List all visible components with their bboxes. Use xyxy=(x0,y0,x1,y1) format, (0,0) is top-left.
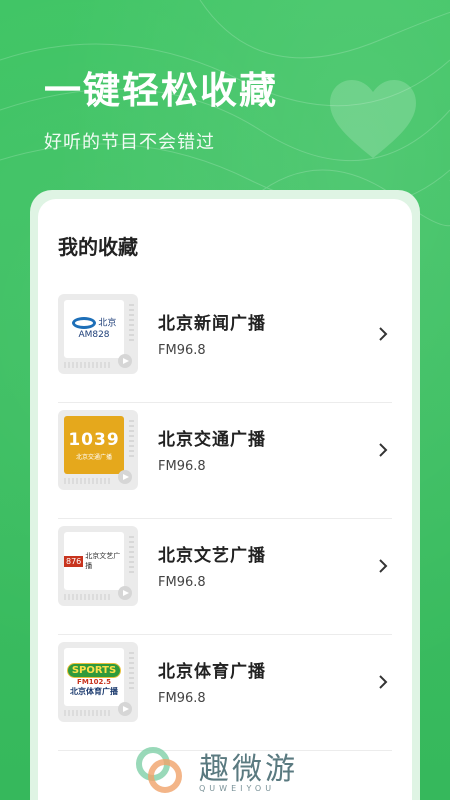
play-icon xyxy=(118,586,132,600)
brand-name: 趣微游 xyxy=(199,752,298,787)
card-title: 我的收藏 xyxy=(58,235,138,259)
hero-subtitle: 好听的节目不会错过 xyxy=(44,132,215,153)
list-item[interactable]: 北京 AM828 北京新闻广播 FM96.8 xyxy=(58,287,392,403)
station-logo: SPORTS FM102.5 北京体育广播 xyxy=(66,658,122,697)
heart-icon xyxy=(330,80,416,158)
brand-subtitle: QUWEIYOU xyxy=(199,784,276,793)
play-icon xyxy=(118,702,132,716)
station-thumbnail: SPORTS FM102.5 北京体育广播 xyxy=(58,642,138,722)
favorites-list: 北京 AM828 北京新闻广播 FM96.8 1039 北京交通广播 北京交通广… xyxy=(58,287,392,751)
station-frequency: FM96.8 xyxy=(158,343,206,358)
watermark: 趣微游 QUWEIYOU xyxy=(133,740,333,796)
station-frequency: FM96.8 xyxy=(158,691,206,706)
brand-logo-icon xyxy=(136,747,182,793)
station-logo: 876 北京文艺广播 xyxy=(64,552,121,570)
chevron-right-icon xyxy=(379,327,388,341)
station-frequency: FM96.8 xyxy=(158,459,206,474)
play-icon xyxy=(118,470,132,484)
station-frequency: FM96.8 xyxy=(158,575,206,590)
station-thumbnail: 876 北京文艺广播 xyxy=(58,526,138,606)
list-item[interactable]: SPORTS FM102.5 北京体育广播 北京体育广播 FM96.8 xyxy=(58,635,392,751)
station-name: 北京交通广播 xyxy=(158,430,266,450)
chevron-right-icon xyxy=(379,443,388,457)
hero-title: 一键轻松收藏 xyxy=(44,69,278,112)
station-name: 北京文艺广播 xyxy=(158,546,266,566)
list-item[interactable]: 1039 北京交通广播 北京交通广播 FM96.8 xyxy=(58,403,392,519)
station-thumbnail: 1039 北京交通广播 xyxy=(58,410,138,490)
chevron-right-icon xyxy=(379,675,388,689)
station-name: 北京体育广播 xyxy=(158,662,266,682)
station-thumbnail: 北京 AM828 xyxy=(58,294,138,374)
play-icon xyxy=(118,354,132,368)
favorites-card: 我的收藏 北京 AM828 北京新闻广播 FM96.8 1039 北京交通广播 … xyxy=(38,199,412,800)
station-logo: 北京 AM828 xyxy=(71,317,116,340)
station-name: 北京新闻广播 xyxy=(158,314,266,334)
chevron-right-icon xyxy=(379,559,388,573)
list-item[interactable]: 876 北京文艺广播 北京文艺广播 FM96.8 xyxy=(58,519,392,635)
station-logo: 1039 北京交通广播 xyxy=(65,417,123,473)
